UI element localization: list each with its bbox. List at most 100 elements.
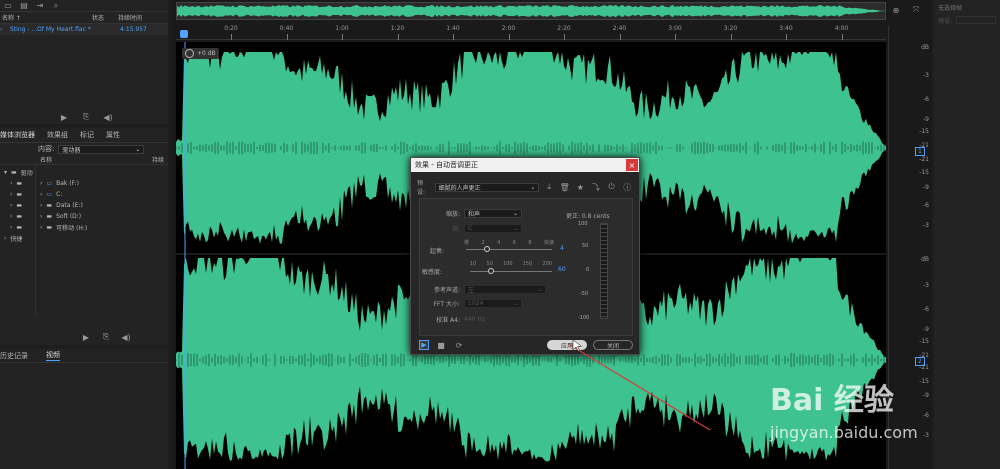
media-body: ▾ ▬ 驱动 › ▬ › ▬ › ▬ › ▬ › ▬ › 快捷 › ▭ Bak (F:) › ▭ C: … (0, 165, 168, 315)
attack-value[interactable]: 4 (560, 245, 564, 252)
info-icon[interactable]: ⓘ (621, 182, 633, 192)
left-item[interactable]: › ▬ (0, 178, 35, 189)
files-toolbar: ▭ ▤ ⇥ ⌕ (0, 0, 168, 12)
drive-item[interactable]: › ▬ 可移动 (H:) (40, 222, 87, 233)
power-icon[interactable]: ⏻ (606, 182, 618, 192)
time-tick-label: 3:20 (723, 25, 738, 32)
col-status[interactable]: 状态 (92, 13, 118, 22)
overview-wave-shape (177, 5, 885, 17)
volume-knob-icon[interactable] (185, 49, 194, 58)
left-item[interactable]: › ▬ (0, 200, 35, 211)
history-panel: 历史记录 视频 (0, 349, 168, 469)
insert-icon[interactable]: ⇥ (34, 1, 46, 11)
preview-stop-icon[interactable]: ■ (435, 340, 447, 350)
attack-slider-thumb[interactable] (484, 246, 490, 252)
drive-item[interactable]: › ▬ Data (E:) (40, 200, 87, 211)
dialog-close-icon[interactable]: × (626, 159, 638, 171)
volume-icon[interactable]: ◀) (102, 112, 114, 122)
export-icon[interactable]: ⎘ (80, 112, 92, 122)
search-icon[interactable]: ⌕ (50, 1, 62, 11)
sensitivity-tick: 150 (522, 261, 533, 267)
fft-select[interactable]: 1024 ⌄ (464, 299, 522, 308)
preview-loop-icon[interactable]: ⟳ (453, 340, 465, 350)
preset-select[interactable]: 细腻的人声更正 ⌄ (434, 182, 540, 192)
attack-slider-track[interactable] (466, 249, 552, 250)
sensitivity-slider-track[interactable] (470, 271, 552, 272)
export-icon[interactable]: ⎘ (100, 332, 112, 342)
history-tabs: 历史记录 视频 (0, 349, 168, 363)
volume-icon[interactable]: ◀) (120, 332, 132, 342)
playhead-marker[interactable] (180, 30, 188, 38)
left-item[interactable]: › ▬ (0, 189, 35, 200)
navigate-icon[interactable]: ⤧ (910, 5, 922, 15)
drive-icon: ▬ (16, 202, 23, 209)
attack-tick: 8 (528, 239, 532, 246)
media-col-duration[interactable]: 持续 (152, 155, 164, 164)
favorite-star-icon[interactable]: ★ (575, 182, 587, 192)
time-tick-label: 2:40 (612, 25, 627, 32)
calibration-value[interactable]: 440 Hz (464, 316, 485, 323)
media-col-name[interactable]: 名称 (40, 155, 152, 164)
new-file-icon[interactable]: ▭ (2, 1, 14, 11)
left-item[interactable]: › ▬ (0, 211, 35, 222)
preset-value: 细腻的人声更正 (438, 184, 481, 192)
zoom-icon[interactable]: ⊕ (890, 5, 902, 15)
db-tick: -6 (923, 306, 929, 313)
drive-item[interactable]: › ▬ Soft (D:) (40, 211, 87, 222)
db-tick: -3 (923, 72, 929, 79)
right-panel-select[interactable] (956, 16, 996, 24)
play-icon[interactable]: ▶ (80, 332, 92, 342)
db-tick: -6 (923, 412, 929, 419)
col-name[interactable]: 名称 ↑ (0, 13, 92, 22)
meter-tick: 50 (582, 243, 589, 249)
time-ruler[interactable]: 0:20 0:40 1:00 1:20 1:40 2:00 2:20 2:40 3:00 3:20… (176, 25, 886, 40)
tab-markers[interactable]: 标记 (80, 130, 94, 140)
files-header: 名称 ↑ 状态 持续时间 (0, 12, 168, 24)
delete-preset-icon[interactable]: 🗑 (559, 182, 571, 192)
content-select[interactable]: 驱动器 ⌄ (58, 144, 145, 154)
drive-icon: ▬ (46, 224, 53, 231)
time-tick-label: 2:20 (557, 25, 571, 32)
tab-effects-rack[interactable]: 效果组 (47, 130, 68, 140)
tab-properties[interactable]: 属性 (106, 130, 120, 140)
sensitivity-value[interactable]: 60 (558, 266, 566, 273)
time-tick (730, 34, 732, 40)
open-file-icon[interactable]: ▤ (18, 1, 30, 11)
dialog-titlebar: 效果 - 自动音调更正 × (411, 158, 639, 172)
channel-2-badge[interactable]: 2 (915, 357, 925, 366)
time-tick (508, 34, 510, 40)
tab-history[interactable]: 历史记录 (0, 351, 28, 361)
sensitivity-slider-thumb[interactable] (488, 268, 494, 274)
drive-item[interactable]: › ▭ Bak (F:) (40, 178, 87, 189)
overview-bar[interactable] (176, 2, 886, 20)
preview-play-icon[interactable]: ▶ (419, 340, 429, 350)
key-select[interactable]: C ⌄ (464, 224, 522, 233)
tab-video[interactable]: 视频 (46, 350, 60, 361)
file-row[interactable]: › Sting - ...Of My Heart.flac * 4:15.957 (0, 24, 168, 35)
file-name: Sting - ...Of My Heart.flac * (10, 26, 91, 33)
close-button[interactable]: 关闭 (593, 340, 633, 350)
left-item-drives[interactable]: ▾ ▬ 驱动 (0, 167, 35, 178)
col-duration[interactable]: 持续时间 (118, 13, 142, 22)
drive-item[interactable]: › ▭ C: (40, 189, 87, 200)
fft-label: FFT 大小: (433, 301, 460, 308)
play-icon[interactable]: ▶ (58, 112, 70, 122)
dialog-title: 效果 - 自动音调更正 (415, 161, 478, 169)
left-item[interactable]: › ▬ (0, 222, 35, 233)
correction-meter: 100 50 0 -50 -100 (578, 221, 608, 331)
tab-media-browser[interactable]: 媒体浏览器 (0, 130, 35, 140)
save-preset-icon[interactable]: ⤓ (543, 182, 555, 192)
channel-1-badge[interactable]: 1 (915, 147, 925, 156)
file-duration: 4:15.957 (120, 26, 147, 33)
scale-select[interactable]: 和声 ⌄ (464, 209, 522, 218)
add-to-rack-icon[interactable]: ⤵ (590, 182, 602, 192)
left-item-shortcuts[interactable]: › 快捷 (0, 233, 35, 244)
key-label: 调: (451, 226, 460, 233)
drive-label: 可移动 (H:) (56, 225, 88, 232)
content-label: 内容: (38, 145, 55, 153)
apply-button[interactable]: 应用 (547, 340, 587, 350)
time-tick-label: 1:00 (335, 25, 349, 32)
folder-icon: ▭ (46, 180, 53, 187)
hud-volume[interactable]: +0 dB (182, 48, 219, 59)
ref-channel-select[interactable]: 左 ⌄ (464, 285, 546, 294)
